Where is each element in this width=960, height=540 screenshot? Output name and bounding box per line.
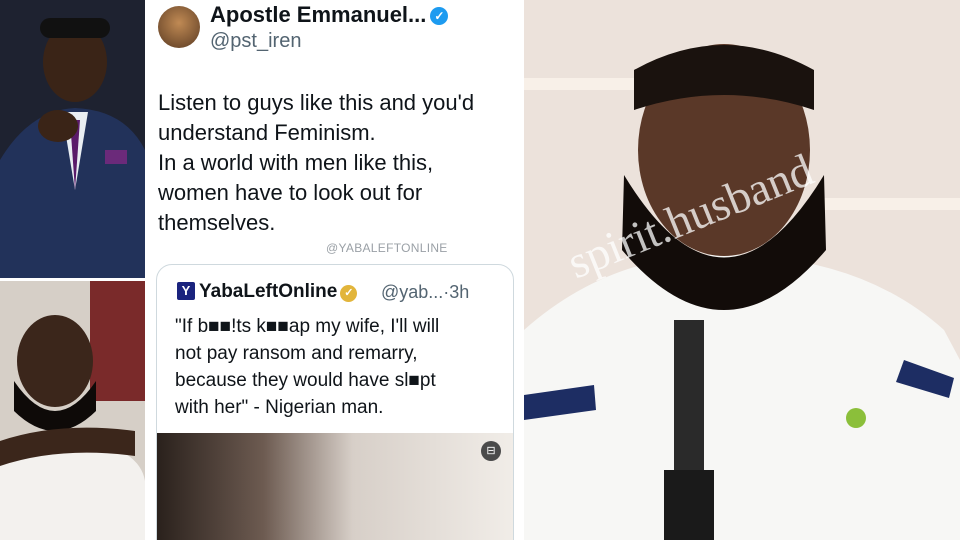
- tweet-body: Listen to guys like this and you'd under…: [158, 88, 508, 238]
- photo-man-in-suit: [0, 0, 145, 278]
- tweet-line: themselves.: [158, 210, 276, 235]
- tweet-line: understand Feminism.: [158, 120, 376, 145]
- tweet-line: In a world with men like this,: [158, 150, 434, 175]
- quoted-account-logo: Y: [177, 282, 195, 300]
- tweet-card[interactable]: Apostle Emmanuel... ✓ @pst_iren Listen to…: [148, 0, 522, 540]
- media-more-icon[interactable]: ⊟: [481, 441, 501, 461]
- author-handle[interactable]: @pst_iren: [210, 30, 301, 53]
- quoted-account-name[interactable]: YabaLeftOnline ✓: [199, 281, 358, 303]
- bearded-man-small-illustration: [0, 281, 145, 540]
- quoted-line: with her" - Nigerian man.: [175, 397, 384, 418]
- author-name-text[interactable]: Apostle Emmanuel...: [210, 2, 426, 27]
- quoted-media-image[interactable]: ⊟: [157, 433, 513, 540]
- quoted-handle-time: @yab...·3h: [381, 282, 470, 302]
- quoted-tweet-body: "If b■■!ts k■■ap my wife, I'll will not …: [175, 313, 505, 421]
- author-name[interactable]: Apostle Emmanuel... ✓: [210, 2, 449, 28]
- quoted-line: "If b■■!ts k■■ap my wife, I'll will: [175, 316, 440, 337]
- verified-badge-icon: ✓: [430, 7, 449, 25]
- gold-check-icon: ✓: [340, 285, 358, 302]
- man-in-suit-illustration: [0, 0, 145, 278]
- quoted-line: not pay ransom and remarry,: [175, 343, 418, 364]
- quoted-line: because they would have sl■pt: [175, 370, 436, 391]
- quoted-tweet[interactable]: Y YabaLeftOnline ✓ @yab...·3h "If b■■!ts …: [156, 264, 514, 540]
- tweet-line: Listen to guys like this and you'd: [158, 90, 475, 115]
- quoted-account-name-text[interactable]: YabaLeftOnline: [199, 281, 337, 302]
- tweet-line: women have to look out for: [158, 180, 423, 205]
- image-watermark: @YABALEFTONLINE: [326, 241, 448, 255]
- author-avatar[interactable]: [158, 6, 200, 48]
- photo-bearded-man-small: [0, 281, 145, 540]
